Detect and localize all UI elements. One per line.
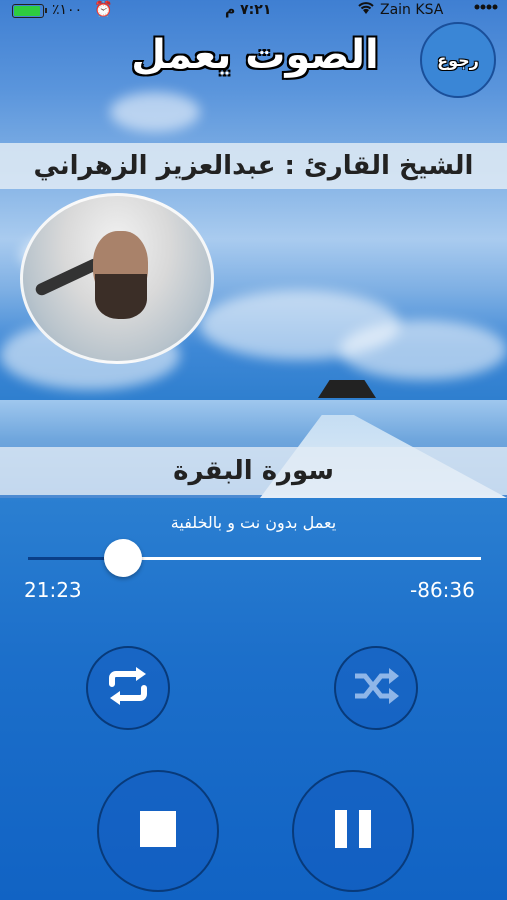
back-button[interactable]: رجوع: [420, 22, 496, 98]
wifi-icon: [357, 0, 375, 20]
signal-icon: [474, 0, 500, 18]
elapsed-time: 21:23: [24, 578, 82, 602]
surah-title: سورة البقرة: [0, 447, 507, 495]
status-bar: ٪١٠٠ ⏰ ٧:٢١ م Zain KSA: [0, 0, 507, 22]
carrier-name: Zain KSA: [380, 2, 444, 18]
status-time: ٧:٢١ م: [225, 2, 272, 18]
repeat-icon: [104, 666, 152, 710]
pier-gazebo: [318, 380, 376, 398]
shuffle-icon: [351, 666, 401, 710]
page-title: الصوت يعمل: [131, 32, 379, 78]
progress-track[interactable]: [123, 557, 481, 560]
stop-icon: [140, 811, 176, 851]
stop-button[interactable]: [97, 770, 219, 892]
battery-percent: ٪١٠٠: [52, 2, 83, 18]
pause-icon: [333, 810, 373, 852]
shuffle-button[interactable]: [334, 646, 418, 730]
background-play-note: يعمل بدون نت و بالخلفية: [170, 513, 337, 532]
battery-icon: [12, 4, 44, 18]
progress-thumb[interactable]: [104, 539, 142, 577]
pause-button[interactable]: [292, 770, 414, 892]
repeat-button[interactable]: [86, 646, 170, 730]
alarm-icon: ⏰: [94, 0, 113, 18]
remaining-time: -86:36: [410, 578, 475, 602]
reciter-avatar: [20, 193, 214, 364]
battery-fill: [14, 6, 40, 16]
reciter-label: الشيخ القارئ : عبدالعزيز الزهراني: [0, 143, 507, 189]
